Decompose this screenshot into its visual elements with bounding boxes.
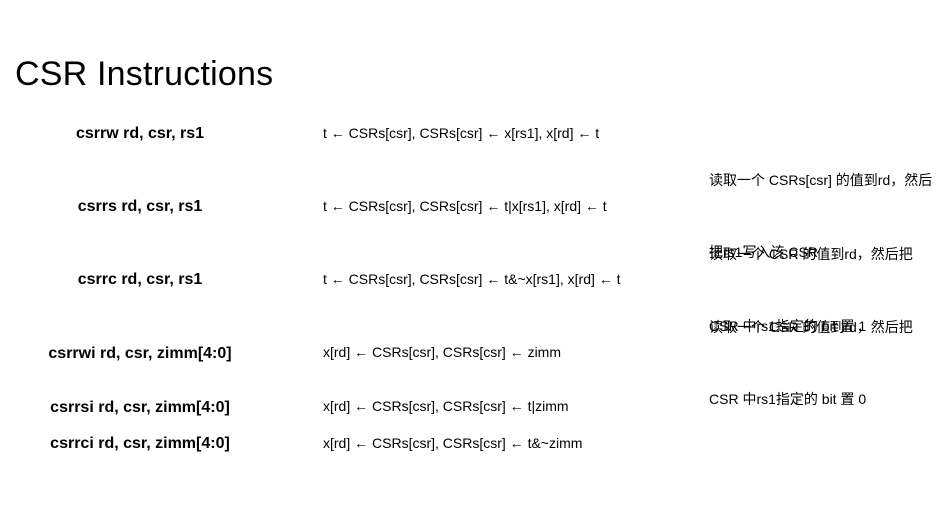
semantics-csrrsi: x[rd] ← CSRs[csr], CSRs[csr] ← t|zimm (323, 398, 569, 414)
description-line: 读取一个 CSR 的值到rd，然后把 (709, 319, 913, 335)
semantics-csrrci: x[rd] ← CSRs[csr], CSRs[csr] ← t&~zimm (323, 435, 583, 451)
instruction-csrrci: csrrci rd, csr, zimm[4:0] (50, 435, 230, 452)
instruction-csrrs: csrrs rd, csr, rs1 (77, 198, 203, 215)
description-line: 读取一个 CSRs[csr] 的值到rd，然后 (709, 172, 933, 188)
instruction-csrrc: csrrc rd, csr, rs1 (77, 271, 203, 288)
semantics-csrrwi: x[rd] ← CSRs[csr], CSRs[csr] ← zimm (323, 344, 561, 360)
slide: CSR Instructions csrrw rd, csr, rs1 t ← … (0, 0, 940, 530)
semantics-csrrw: t ← CSRs[csr], CSRs[csr] ← x[rs1], x[rd]… (323, 125, 600, 141)
semantics-csrrs: t ← CSRs[csr], CSRs[csr] ← t|x[rs1], x[r… (323, 198, 607, 214)
semantics-csrrc: t ← CSRs[csr], CSRs[csr] ← t&~x[rs1], x[… (323, 271, 621, 287)
description-csrrc: 读取一个 CSR 的值到rd，然后把 CSR 中rs1指定的 bit 置 0 (709, 267, 940, 459)
slide-title: CSR Instructions (15, 55, 274, 93)
instruction-csrrw: csrrw rd, csr, rs1 (75, 125, 205, 142)
description-line: CSR 中rs1指定的 bit 置 0 (709, 391, 867, 407)
instruction-csrrsi: csrrsi rd, csr, zimm[4:0] (50, 399, 230, 416)
description-line: 读取一个 CSR 的值到rd，然后把 (709, 246, 913, 262)
instruction-csrrwi: csrrwi rd, csr, zimm[4:0] (48, 345, 232, 362)
